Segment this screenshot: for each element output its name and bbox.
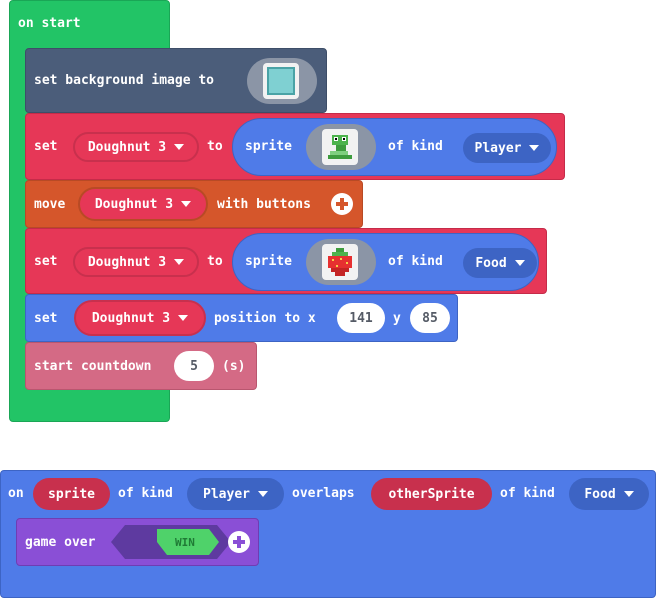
sprite-variable-name: sprite bbox=[48, 486, 95, 502]
chevron-down-icon bbox=[529, 145, 540, 151]
variable-name: Doughnut 3 bbox=[87, 254, 167, 270]
of-kind-label: of kind bbox=[388, 139, 443, 154]
other-sprite-variable-pill[interactable]: otherSprite bbox=[371, 478, 492, 510]
chevron-down-icon bbox=[514, 260, 525, 266]
variable-name: Doughnut 3 bbox=[87, 139, 167, 155]
kind-name: Player bbox=[474, 140, 522, 156]
set-food-sprite-block[interactable]: set Doughnut 3 to sprite of kind Food bbox=[25, 228, 547, 294]
kind-name: Food bbox=[475, 255, 507, 271]
expand-plus-icon[interactable] bbox=[228, 531, 250, 553]
sprite-label: sprite bbox=[245, 139, 292, 154]
start-countdown-block[interactable]: start countdown 5 (s) bbox=[25, 342, 257, 390]
set-label: set bbox=[34, 311, 58, 326]
set-background-label: set background image to bbox=[34, 73, 215, 88]
variable-dropdown[interactable]: Doughnut 3 bbox=[74, 300, 206, 336]
snake-sprite-icon bbox=[322, 129, 358, 165]
position-to-x-label: position to x bbox=[214, 311, 316, 326]
sprite-label: sprite bbox=[245, 254, 292, 269]
background-image-picker[interactable] bbox=[247, 58, 317, 104]
variable-name: Doughnut 3 bbox=[94, 196, 174, 212]
kind-dropdown[interactable]: Player bbox=[187, 478, 284, 510]
expand-plus-icon[interactable] bbox=[331, 193, 353, 215]
game-over-block[interactable]: game over WIN bbox=[16, 518, 259, 566]
kind-dropdown-2[interactable]: Food bbox=[569, 478, 649, 510]
set-label: set bbox=[34, 254, 58, 269]
sprite-of-kind-block[interactable]: sprite of kind Food bbox=[232, 233, 539, 291]
y-value: 85 bbox=[422, 310, 438, 326]
countdown-value: 5 bbox=[190, 358, 198, 374]
with-buttons-label: with buttons bbox=[217, 197, 311, 212]
set-player-sprite-block[interactable]: set Doughnut 3 to sprite of kind Player bbox=[25, 113, 565, 180]
to-label: to bbox=[207, 139, 223, 154]
variable-dropdown[interactable]: Doughnut 3 bbox=[73, 247, 199, 277]
y-value-input[interactable]: 85 bbox=[410, 303, 450, 333]
of-kind-label: of kind bbox=[388, 254, 443, 269]
to-label: to bbox=[207, 254, 223, 269]
strawberry-sprite-icon bbox=[322, 244, 358, 280]
on-start-label: on start bbox=[18, 16, 81, 31]
kind-name-2: Food bbox=[584, 486, 616, 502]
overlaps-label: overlaps bbox=[292, 486, 355, 501]
chevron-down-icon bbox=[257, 491, 268, 497]
move-with-buttons-block[interactable]: move Doughnut 3 with buttons bbox=[25, 180, 363, 228]
chevron-down-icon bbox=[181, 201, 192, 207]
set-position-block[interactable]: set Doughnut 3 position to x 141 y 85 bbox=[25, 294, 458, 342]
other-sprite-name: otherSprite bbox=[388, 486, 475, 502]
chevron-down-icon bbox=[623, 491, 634, 497]
y-label: y bbox=[393, 311, 401, 326]
x-value: 141 bbox=[349, 310, 373, 326]
kind-dropdown[interactable]: Food bbox=[463, 248, 537, 278]
variable-dropdown[interactable]: Doughnut 3 bbox=[73, 132, 199, 162]
kind-name: Player bbox=[203, 486, 250, 502]
on-label: on bbox=[8, 486, 24, 501]
start-countdown-label: start countdown bbox=[34, 359, 152, 374]
sprite-image-picker[interactable] bbox=[306, 239, 376, 285]
variable-name: Doughnut 3 bbox=[91, 310, 171, 326]
kind-dropdown[interactable]: Player bbox=[463, 133, 551, 163]
win-label: WIN bbox=[175, 536, 195, 549]
chevron-down-icon bbox=[178, 315, 189, 321]
win-toggle-hexagon[interactable] bbox=[111, 525, 231, 559]
seconds-unit-label: (s) bbox=[222, 359, 246, 374]
sprite-image-picker[interactable] bbox=[306, 124, 376, 170]
sprite-of-kind-block[interactable]: sprite of kind Player bbox=[232, 118, 557, 176]
game-over-label: game over bbox=[25, 535, 96, 550]
x-value-input[interactable]: 141 bbox=[337, 303, 385, 333]
image-thumbnail-icon bbox=[263, 63, 299, 99]
set-background-block[interactable]: set background image to bbox=[25, 48, 327, 113]
variable-dropdown[interactable]: Doughnut 3 bbox=[78, 187, 208, 221]
of-kind-label: of kind bbox=[118, 486, 173, 501]
of-kind-label-2: of kind bbox=[500, 486, 555, 501]
chevron-down-icon bbox=[174, 144, 185, 150]
set-label: set bbox=[34, 139, 58, 154]
countdown-value-input[interactable]: 5 bbox=[174, 351, 214, 381]
move-label: move bbox=[34, 197, 66, 212]
sprite-variable-pill[interactable]: sprite bbox=[33, 478, 110, 510]
chevron-down-icon bbox=[174, 259, 185, 265]
